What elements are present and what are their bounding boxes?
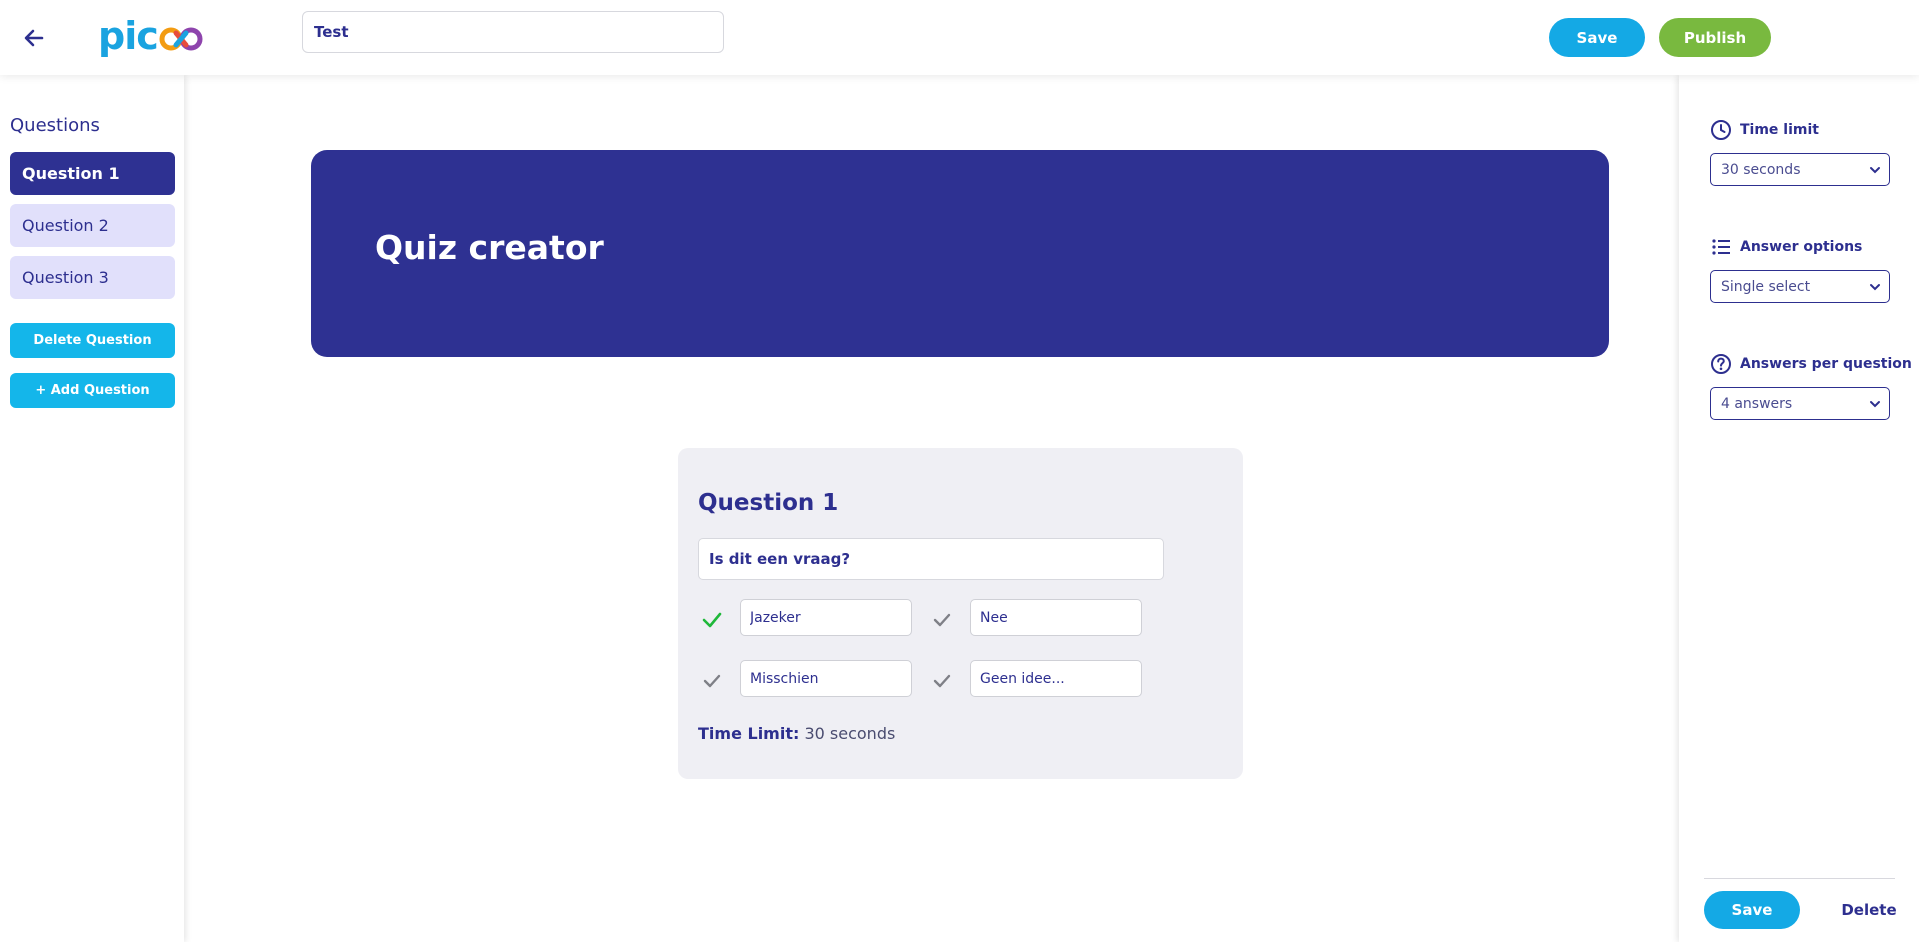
top-bar: pic Save Publish	[0, 0, 1919, 75]
time-limit-label: Time Limit:	[698, 724, 800, 743]
answer-options-select-wrap: Single select	[1710, 270, 1890, 303]
answer-input[interactable]	[740, 599, 912, 636]
question-title: Question 1	[698, 490, 839, 516]
sidebar-item-question-3[interactable]: Question 3	[10, 256, 175, 299]
sidebar-item-label: Question 3	[22, 268, 109, 287]
answers-per-question-setting-label: Answers per question	[1740, 356, 1912, 372]
check-icon[interactable]	[698, 667, 726, 695]
list-icon	[1712, 239, 1730, 255]
question-mark-icon	[1711, 354, 1731, 374]
answers-per-question-setting: Answers per question	[1710, 353, 1912, 375]
logo-infinity-icon	[159, 27, 203, 51]
answer-option-4	[928, 660, 1142, 698]
answer-options-select[interactable]: Single select	[1710, 270, 1890, 303]
answer-option-3	[698, 660, 912, 698]
sidebar-item-label: Question 1	[22, 164, 120, 183]
answer-options-setting-label: Answer options	[1740, 239, 1863, 255]
check-icon[interactable]	[928, 667, 956, 695]
clock-icon	[1711, 120, 1731, 140]
save-button[interactable]: Save	[1549, 18, 1645, 57]
quiz-banner: Quiz creator	[311, 150, 1609, 357]
delete-question-button[interactable]: Delete Question	[10, 323, 175, 358]
time-limit-select[interactable]: 30 seconds	[1710, 153, 1890, 186]
answer-input[interactable]	[740, 660, 912, 697]
sidebar-item-question-2[interactable]: Question 2	[10, 204, 175, 247]
question-card: Question 1 Time Limit:	[678, 448, 1243, 779]
answers-per-question-select-wrap: 4 answers	[1710, 387, 1890, 420]
answer-options-setting: Answer options	[1710, 236, 1862, 258]
picoo-logo[interactable]: pic	[98, 14, 205, 58]
answer-input[interactable]	[970, 660, 1142, 697]
banner-title: Quiz creator	[375, 228, 604, 267]
panel-divider	[1704, 878, 1895, 879]
question-text-input[interactable]	[698, 538, 1164, 580]
time-limit-setting-label: Time limit	[1740, 122, 1819, 138]
delete-button[interactable]: Delete	[1834, 891, 1904, 929]
save-settings-button[interactable]: Save	[1704, 891, 1800, 929]
quiz-title-input[interactable]	[302, 11, 724, 53]
correct-check-icon[interactable]	[698, 606, 726, 634]
settings-panel: Time limit 30 seconds Answer options Sin…	[1679, 75, 1919, 942]
answer-input[interactable]	[970, 599, 1142, 636]
check-icon[interactable]	[928, 606, 956, 634]
back-arrow-icon[interactable]	[18, 22, 50, 54]
time-limit-value: 30 seconds	[804, 724, 896, 743]
publish-button[interactable]: Publish	[1659, 18, 1771, 57]
add-question-button[interactable]: + Add Question	[10, 373, 175, 408]
time-limit-setting: Time limit	[1710, 119, 1819, 141]
sidebar-title: Questions	[10, 115, 100, 136]
time-limit-select-wrap: 30 seconds	[1710, 153, 1890, 186]
answers-per-question-select[interactable]: 4 answers	[1710, 387, 1890, 420]
answer-option-2	[928, 599, 1142, 637]
sidebar-item-question-1[interactable]: Question 1	[10, 152, 175, 195]
sidebar-item-label: Question 2	[22, 216, 109, 235]
time-limit-summary: Time Limit: 30 seconds	[698, 724, 895, 743]
questions-sidebar: Questions Question 1 Question 2 Question…	[0, 75, 184, 942]
logo-text: pic	[98, 14, 159, 58]
main-content: Quiz creator Question 1 Is dit een vraag…	[184, 75, 1679, 942]
answer-option-1	[698, 599, 912, 637]
